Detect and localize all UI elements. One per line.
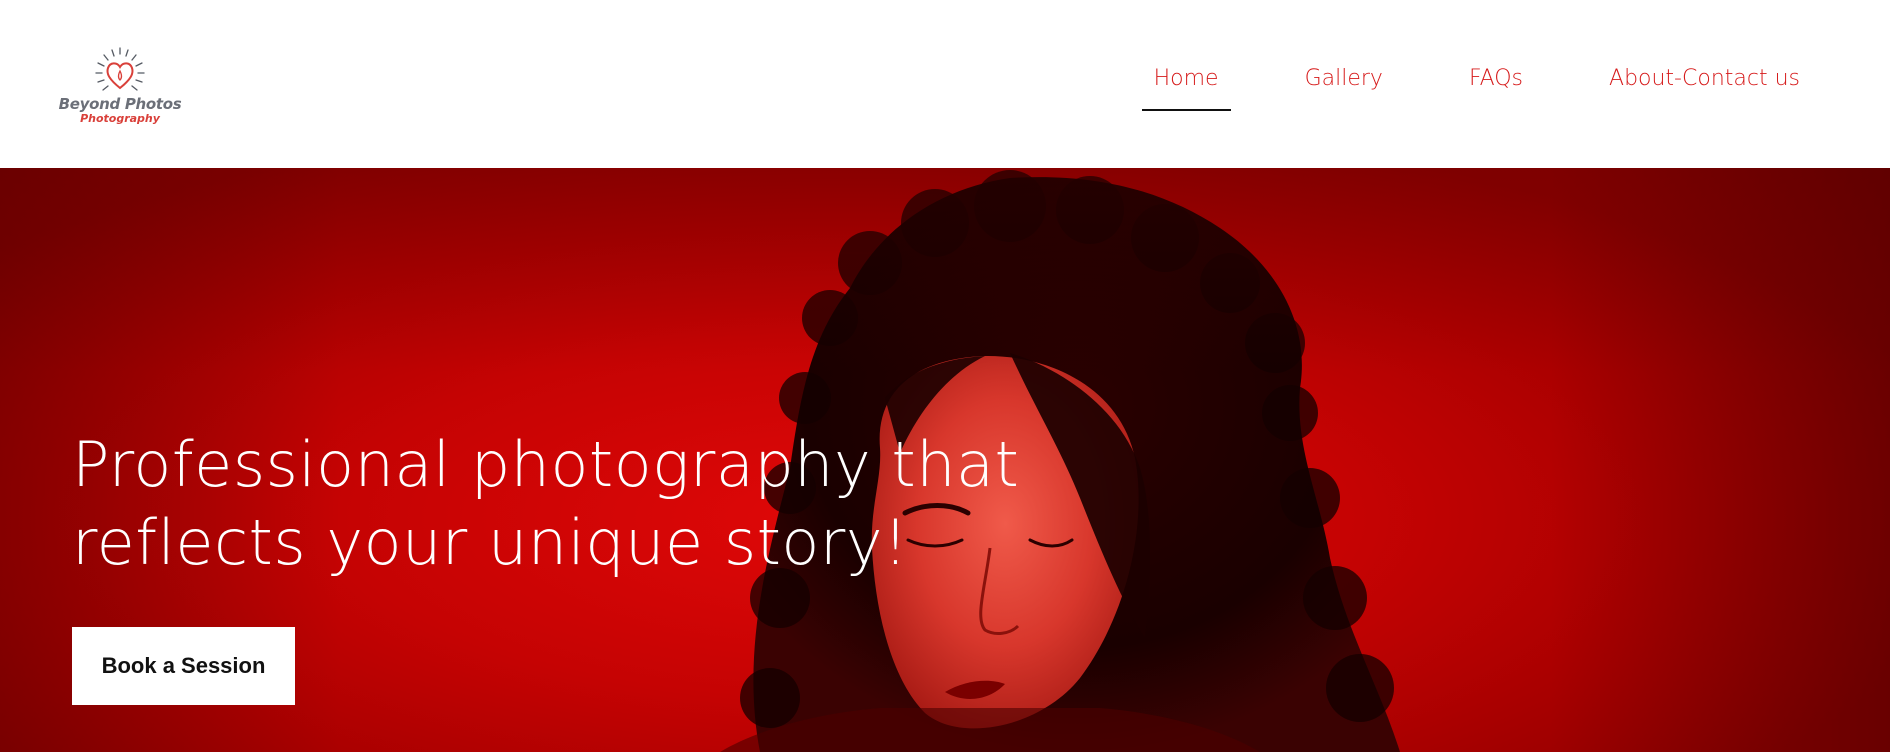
hero-headline-line2: reflects your unique story!	[72, 506, 909, 579]
hero-headline: Professional photography that reflects y…	[72, 426, 1172, 582]
brand-tagline: Photography	[80, 112, 160, 125]
nav-item-faqs[interactable]: FAQs	[1457, 62, 1535, 111]
nav-item-gallery[interactable]: Gallery	[1293, 62, 1395, 111]
hero-banner: Professional photography that reflects y…	[0, 168, 1890, 752]
site-header: Beyond Photos Photography Home Gallery F…	[0, 0, 1890, 168]
book-session-button[interactable]: Book a Session	[72, 627, 295, 705]
nav-item-home[interactable]: Home	[1141, 62, 1231, 111]
main-nav: Home Gallery FAQs About-Contact us	[1141, 62, 1812, 111]
hero-headline-line1: Professional photography that	[72, 428, 1020, 501]
brand-logo[interactable]: Beyond Photos Photography	[58, 46, 182, 130]
brand-name: Beyond Photos	[58, 95, 182, 113]
heart-sun-icon	[95, 47, 145, 91]
nav-item-about-contact[interactable]: About-Contact us	[1597, 62, 1812, 111]
